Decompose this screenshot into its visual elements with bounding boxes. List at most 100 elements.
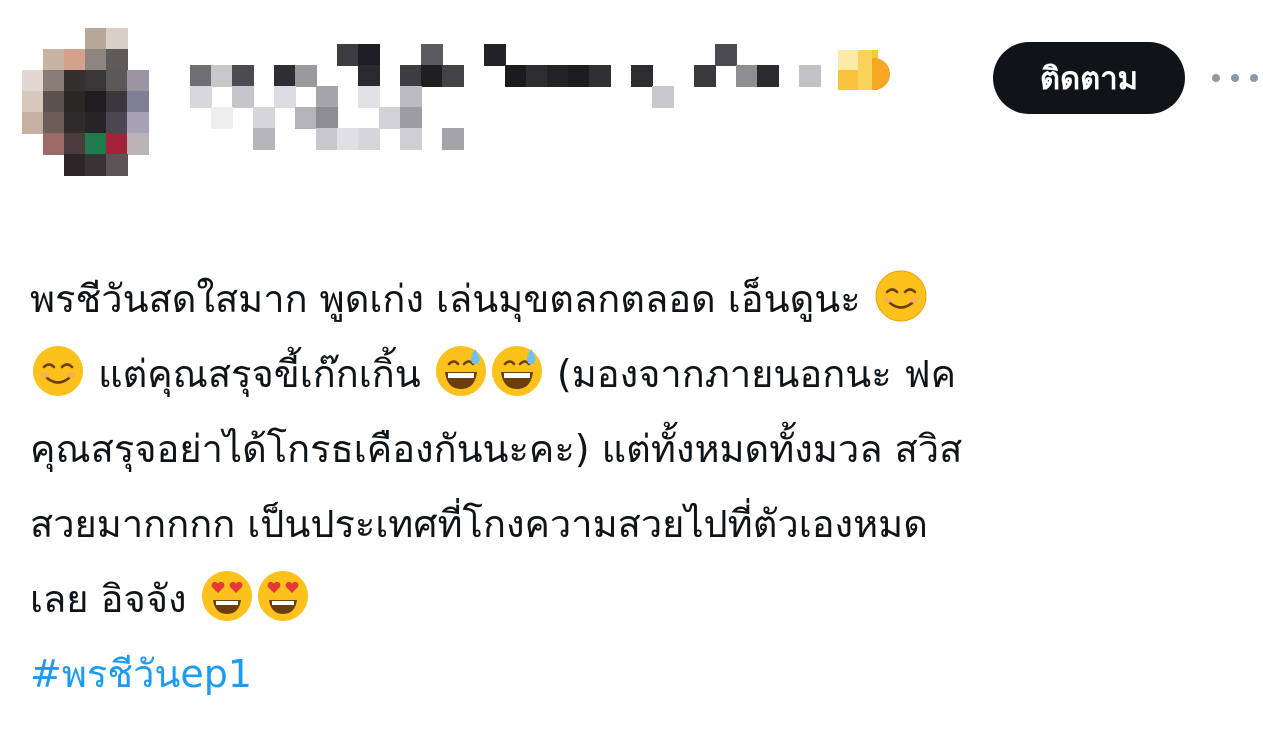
grinning-sweat-icon [491,346,542,396]
name-pixel [379,107,401,129]
name-pixel [316,107,338,129]
name-pixel [442,128,464,150]
avatar-pixel [106,112,128,134]
smiling-face-icon [33,346,83,396]
name-pixel [190,65,212,87]
name-pixel [253,107,275,129]
name-pixel [316,128,338,150]
name-pixel [295,107,317,129]
follow-button[interactable]: ติดตาม [993,42,1185,114]
avatar-pixel [85,133,107,155]
name-pixel [799,65,821,87]
name-pixel [736,65,758,87]
name-pixel [715,44,737,66]
avatar-pixel [43,49,65,71]
name-pixel [505,65,527,87]
name-pixel [358,65,380,87]
text-segment: พรชีวันสดใสมาก พูดเก่ง เล่นมุขตลกตลอด เอ… [30,277,873,321]
name-pixel [295,65,317,87]
name-pixel [631,65,653,87]
avatar-pixel [22,70,44,92]
name-pixel [757,65,779,87]
name-pixel [421,65,443,87]
tweet-line: สวยมากกกก เป็นประเทศที่โกงความสวยไปที่ตั… [30,487,1245,562]
tweet-line: แต่คุณสรุจขี้เก๊กเกิ้น (มองจากภายนอกนะ ฟ… [30,337,1245,412]
hashtag-link[interactable]: #พรชีวันep1 [30,637,1245,712]
avatar[interactable] [22,28,152,178]
name-pixel [337,44,359,66]
dot [1212,74,1220,82]
avatar-pixel [85,70,107,92]
name-pixel [589,65,611,87]
avatar-pixel [85,28,107,50]
name-pixel [400,128,422,150]
tweet-card: ติดตาม พรชีวันสดใสมาก พูดเก่ง เล่นมุขตลก… [0,0,1263,735]
name-pixel [211,107,233,129]
avatar-pixel [22,112,44,134]
avatar-pixel [106,133,128,155]
smiling-face-icon [875,270,927,322]
author-name-redacted[interactable] [190,44,890,164]
name-pixel [400,86,422,108]
dot [1231,74,1239,82]
name-pixel [568,65,590,87]
avatar-pixel [127,70,149,92]
text-segment: สวยมากกกก เป็นประเทศที่โกงความสวยไปที่ตั… [30,502,928,546]
name-pixel [400,107,422,129]
name-pixel [232,86,254,108]
avatar-pixel [106,154,128,176]
name-pixel [274,65,296,87]
name-pixel [337,128,359,150]
name-pixel [232,65,254,87]
name-pixel [274,86,296,108]
name-pixel [316,86,338,108]
avatar-pixel [64,133,86,155]
avatar-pixel [43,133,65,155]
avatar-pixel [106,28,128,50]
avatar-pixel [22,91,44,113]
name-pixel [421,44,443,66]
name-pixel [190,86,212,108]
dot [1250,74,1258,82]
avatar-pixel [106,49,128,71]
avatar-pixel [64,112,86,134]
name-pixel [484,44,506,66]
name-pixel [358,86,380,108]
avatar-pixel [106,91,128,113]
avatar-pixel [85,91,107,113]
avatar-pixel [64,91,86,113]
avatar-pixel [43,112,65,134]
heart-eyes-icon [201,571,252,621]
avatar-pixel [127,91,149,113]
name-pixel [253,128,275,150]
avatar-pixel [85,49,107,71]
text-segment: แต่คุณสรุจขี้เก๊กเกิ้น [86,352,433,396]
heart-eyes-icon [257,571,308,621]
name-pixel [442,65,464,87]
name-pixel [358,128,380,150]
name-pixel [694,65,716,87]
avatar-pixel [127,133,149,155]
badge-icon [838,50,890,90]
text-segment: (มองจากภายนอกนะ ฟค [544,352,957,396]
name-pixel [211,65,233,87]
name-pixel [358,44,380,66]
tweet-line: คุณสรุจอย่าได้โกรธเคืองกันนะคะ) แต่ทั้งห… [30,412,1245,487]
avatar-pixel [127,112,149,134]
avatar-pixel [106,70,128,92]
name-pixel [526,65,548,87]
avatar-pixel [64,49,86,71]
avatar-pixel [64,154,86,176]
tweet-line: พรชีวันสดใสมาก พูดเก่ง เล่นมุขตลกตลอด เอ… [30,262,1245,337]
grinning-sweat-icon [435,346,486,396]
text-segment: เลย อิจจัง [30,577,199,621]
avatar-pixel [85,154,107,176]
text-segment: คุณสรุจอย่าได้โกรธเคืองกันนะคะ) แต่ทั้งห… [30,427,963,471]
avatar-pixel [85,112,107,134]
avatar-pixel [43,91,65,113]
more-horizontal-icon[interactable] [1212,66,1258,90]
tweet-text: พรชีวันสดใสมาก พูดเก่ง เล่นมุขตลกตลอด เอ… [30,262,1245,712]
name-pixel [400,65,422,87]
name-pixel [547,65,569,87]
avatar-pixel [64,70,86,92]
